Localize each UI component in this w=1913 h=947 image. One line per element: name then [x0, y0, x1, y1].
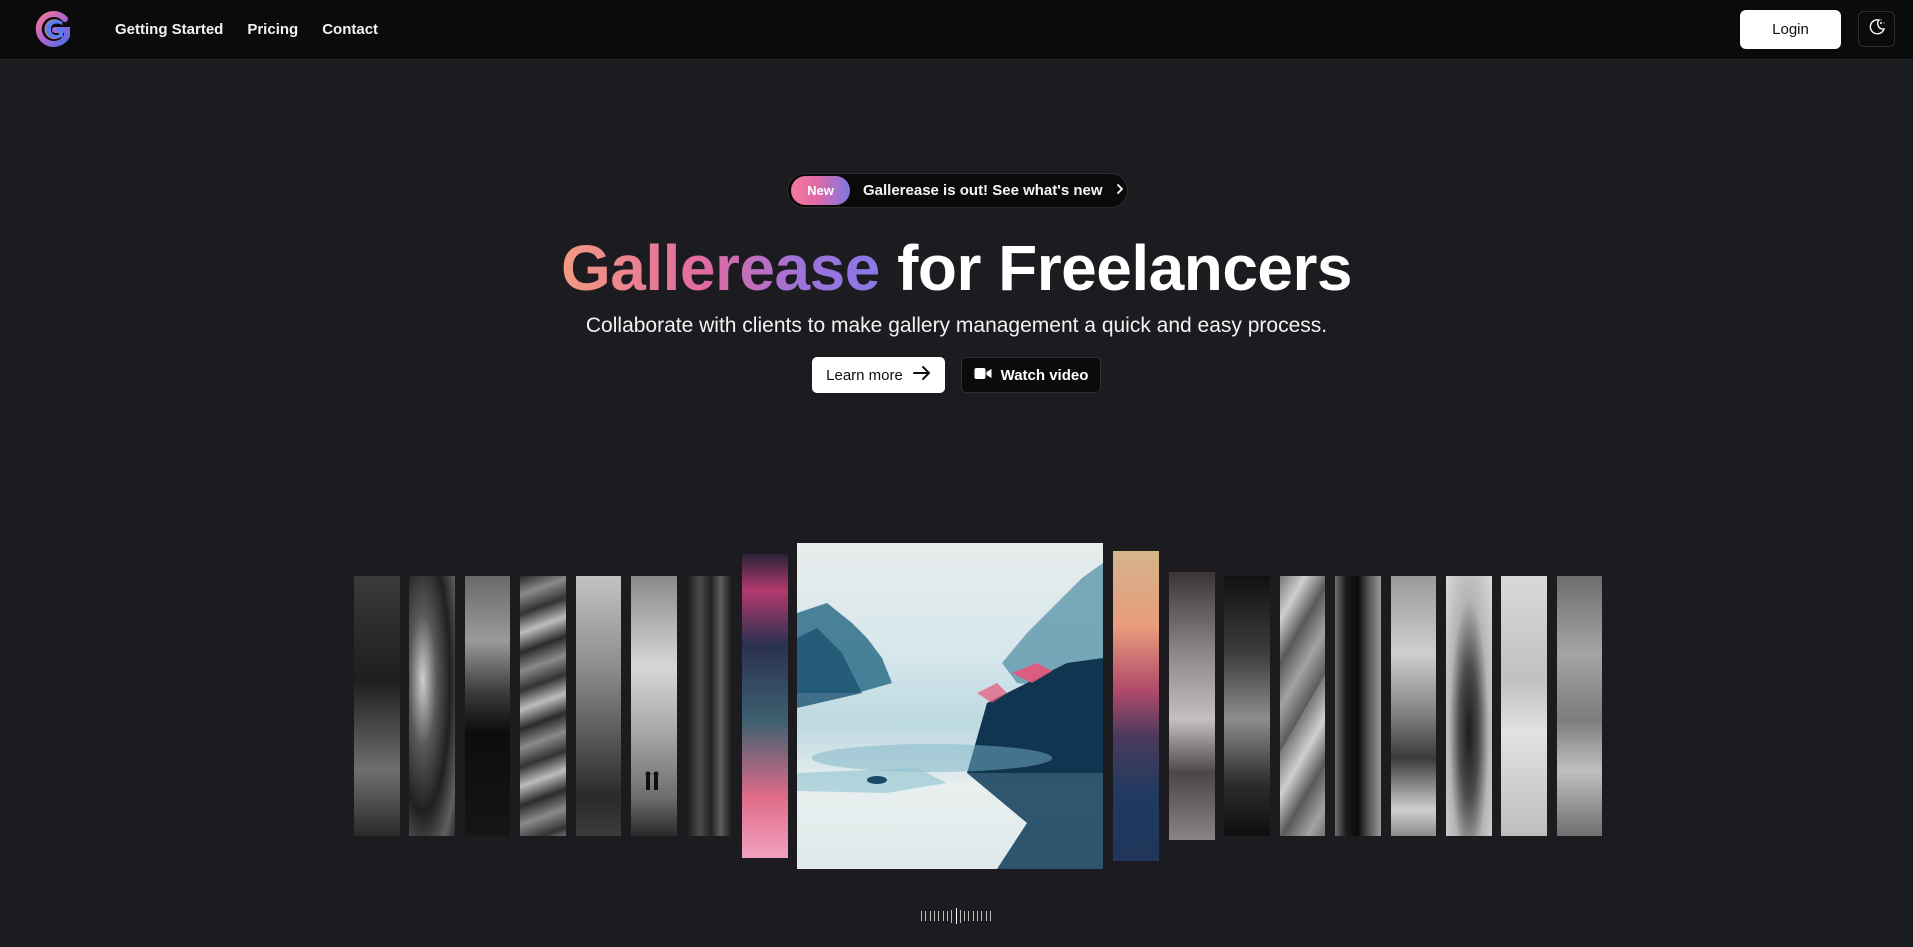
scrubber-tick [929, 911, 931, 921]
chevron-right-icon [1115, 182, 1125, 200]
nav-link-pricing[interactable]: Pricing [247, 21, 298, 38]
gallerease-logo[interactable]: G [33, 10, 77, 48]
scrubber-tick [925, 911, 927, 921]
scrubber-tick [921, 911, 922, 921]
gallery-scrubber[interactable] [921, 907, 991, 925]
scrubber-tick [968, 911, 970, 921]
login-button[interactable]: Login [1740, 10, 1841, 49]
watch-video-button[interactable]: Watch video [961, 357, 1101, 393]
announcement-pill[interactable]: New Gallerease is out! See what's new [787, 173, 1128, 208]
scrubber-tick [972, 911, 974, 921]
scrubber-tick [933, 911, 935, 921]
scrubber-tick [990, 911, 991, 921]
nav-links: Getting Started Pricing Contact [115, 0, 378, 58]
video-camera-icon [974, 367, 992, 384]
nav-link-getting-started[interactable]: Getting Started [115, 21, 223, 38]
gallery-image[interactable] [686, 576, 732, 836]
gallery-image[interactable] [1501, 576, 1547, 836]
gallery-image[interactable] [1113, 551, 1159, 861]
learn-more-label: Learn more [826, 366, 903, 384]
gallery-image[interactable] [1446, 576, 1492, 836]
scrubber-tick-active [955, 908, 957, 924]
scrubber-tick [946, 911, 948, 921]
headline-rest: for Freelancers [897, 232, 1353, 304]
gallery-image[interactable] [631, 576, 677, 836]
gallery-image[interactable] [354, 576, 400, 836]
gallery-image[interactable] [1391, 576, 1436, 836]
hero-subtitle: Collaborate with clients to make gallery… [585, 314, 1328, 337]
scrubber-tick [942, 911, 944, 921]
scrubber-tick [981, 911, 983, 921]
hero-headline: Gallerease for Freelancers [0, 228, 1913, 308]
arrow-right-icon [912, 366, 931, 384]
nav-link-contact[interactable]: Contact [322, 21, 378, 38]
watch-video-label: Watch video [1000, 366, 1089, 384]
gallery-image[interactable] [1280, 576, 1325, 836]
gallery-carousel [0, 0, 1913, 947]
scrubber-tick [964, 911, 966, 921]
scrubber-tick [977, 911, 979, 921]
headline-brand-word: Gallerease [560, 232, 880, 304]
gallery-image[interactable] [742, 554, 788, 858]
scrubber-tick [938, 911, 940, 921]
gallery-featured-image[interactable] [797, 543, 1103, 869]
announcement-text: Gallerease is out! See what's new [863, 182, 1103, 199]
gallery-image[interactable] [1224, 576, 1270, 836]
scrubber-tick [985, 911, 987, 921]
moon-sun-icon [1868, 18, 1886, 41]
gallery-image[interactable] [465, 576, 510, 836]
gallery-image[interactable] [409, 576, 455, 836]
scrubber-tick [951, 909, 953, 923]
gallery-image[interactable] [520, 576, 566, 836]
gallery-image[interactable] [1335, 576, 1381, 836]
theme-toggle-button[interactable] [1858, 11, 1895, 47]
gallery-image[interactable] [1169, 572, 1215, 840]
gallery-image[interactable] [1557, 576, 1602, 836]
learn-more-button[interactable]: Learn more [812, 357, 945, 393]
new-badge: New [791, 176, 850, 205]
logo-letter: G [45, 16, 65, 44]
gallery-image[interactable] [576, 576, 621, 836]
top-navbar: G Getting Started Pricing Contact Login [0, 0, 1913, 60]
scrubber-tick [959, 909, 961, 923]
